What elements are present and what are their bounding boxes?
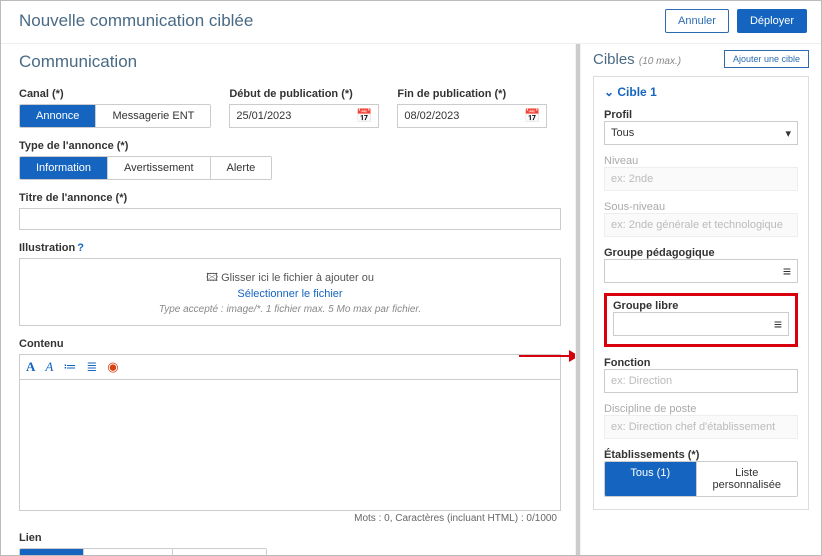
start-date-label: Début de publication (*) bbox=[229, 88, 379, 100]
type-alerte[interactable]: Alerte bbox=[211, 157, 272, 179]
niveau-input[interactable]: ex: 2nde bbox=[604, 167, 798, 191]
profil-select[interactable]: Tous ▾ bbox=[604, 121, 798, 145]
targets-heading: Cibles (10 max.) bbox=[593, 51, 681, 68]
groupe-peda-label: Groupe pédagogique bbox=[604, 247, 798, 259]
groupe-libre-input[interactable]: ≡ bbox=[613, 312, 789, 336]
italic-icon[interactable]: A bbox=[45, 359, 53, 375]
target-1-toggle[interactable]: Cible 1 bbox=[604, 85, 798, 99]
deploy-button[interactable]: Déployer bbox=[737, 9, 807, 33]
upload-icon: 🖾 bbox=[206, 272, 218, 284]
type-information[interactable]: Information bbox=[20, 157, 108, 179]
channel-annonce[interactable]: Annonce bbox=[20, 105, 96, 127]
chevron-down-icon: ▾ bbox=[785, 127, 791, 140]
dropzone-text: Glisser ici le fichier à ajouter ou bbox=[221, 272, 374, 284]
fonction-input[interactable]: ex: Direction bbox=[604, 369, 798, 393]
groupe-peda-input[interactable]: ≡ bbox=[604, 259, 798, 283]
groupe-libre-label: Groupe libre bbox=[613, 300, 789, 312]
color-icon[interactable]: ◉ bbox=[107, 359, 118, 375]
link-url[interactable]: URL externe bbox=[173, 549, 266, 556]
callout-arrow-icon bbox=[519, 346, 575, 366]
menu-icon[interactable]: ≡ bbox=[783, 263, 791, 279]
top-actions: Annuler Déployer bbox=[665, 9, 807, 33]
help-icon[interactable]: ? bbox=[77, 242, 84, 254]
niveau-label: Niveau bbox=[604, 155, 798, 167]
groupe-libre-highlight: Groupe libre ≡ bbox=[604, 293, 798, 347]
etab-liste[interactable]: Liste personnalisée bbox=[697, 462, 798, 496]
calendar-icon[interactable]: 📅 bbox=[524, 108, 540, 124]
link-article[interactable]: Article ENT bbox=[84, 549, 173, 556]
menu-icon[interactable]: ≡ bbox=[774, 316, 782, 332]
target-1: Cible 1 Profil Tous ▾ Niveau ex: 2nde So… bbox=[593, 76, 809, 510]
type-avertissement[interactable]: Avertissement bbox=[108, 157, 211, 179]
add-target-button[interactable]: Ajouter une cible bbox=[724, 50, 809, 68]
start-date-input[interactable]: 25/01/2023 📅 bbox=[229, 104, 379, 128]
channel-segmented: Annonce Messagerie ENT bbox=[19, 104, 211, 128]
etab-tous[interactable]: Tous (1) bbox=[605, 462, 697, 496]
editor-toolbar: A A ≔ ≣ ◉ bbox=[20, 355, 560, 380]
type-label: Type de l'annonce (*) bbox=[19, 140, 561, 152]
end-date-value: 08/02/2023 bbox=[404, 110, 459, 122]
discipline-label: Discipline de poste bbox=[604, 403, 798, 415]
left-panel: Communication Canal (*) Annonce Messager… bbox=[1, 44, 575, 556]
etab-segmented: Tous (1) Liste personnalisée bbox=[604, 461, 798, 497]
end-date-label: Fin de publication (*) bbox=[397, 88, 547, 100]
fonction-label: Fonction bbox=[604, 357, 798, 369]
char-counter: Mots : 0, Caractères (incluant HTML) : 0… bbox=[19, 511, 561, 526]
numbered-list-icon[interactable]: ≣ bbox=[86, 359, 97, 375]
link-segmented: Aucun Article ENT URL externe bbox=[19, 548, 267, 556]
content-label: Contenu bbox=[19, 338, 561, 350]
editor-textarea[interactable] bbox=[20, 380, 560, 510]
illustration-label: Illustration? bbox=[19, 242, 561, 254]
start-date-value: 25/01/2023 bbox=[236, 110, 291, 122]
type-segmented: Information Avertissement Alerte bbox=[19, 156, 272, 180]
end-date-input[interactable]: 08/02/2023 📅 bbox=[397, 104, 547, 128]
sousniveau-input[interactable]: ex: 2nde générale et technologique bbox=[604, 213, 798, 237]
discipline-input[interactable]: ex: Direction chef d'établissement bbox=[604, 415, 798, 439]
link-label: Lien bbox=[19, 532, 561, 544]
title-label: Titre de l'annonce (*) bbox=[19, 192, 561, 204]
bold-icon[interactable]: A bbox=[26, 359, 35, 375]
etab-label: Établissements (*) bbox=[604, 449, 798, 461]
communication-heading: Communication bbox=[19, 52, 561, 72]
title-input[interactable] bbox=[19, 208, 561, 230]
page-title: Nouvelle communication ciblée bbox=[19, 11, 253, 31]
channel-messagerie[interactable]: Messagerie ENT bbox=[96, 105, 210, 127]
targets-max-hint: (10 max.) bbox=[639, 56, 681, 67]
select-file-link[interactable]: Sélectionner le fichier bbox=[24, 288, 556, 300]
panel-divider[interactable] bbox=[575, 44, 581, 556]
sousniveau-label: Sous-niveau bbox=[604, 201, 798, 213]
dropzone-hint: Type accepté : image/*. 1 fichier max. 5… bbox=[24, 304, 556, 315]
right-panel: Cibles (10 max.) Ajouter une cible Cible… bbox=[581, 44, 821, 556]
rich-editor: A A ≔ ≣ ◉ bbox=[19, 354, 561, 511]
bullet-list-icon[interactable]: ≔ bbox=[63, 359, 76, 375]
link-none[interactable]: Aucun bbox=[20, 549, 84, 556]
illustration-dropzone[interactable]: 🖾 Glisser ici le fichier à ajouter ou Sé… bbox=[19, 258, 561, 326]
cancel-button[interactable]: Annuler bbox=[665, 9, 729, 33]
profil-value: Tous bbox=[611, 127, 634, 139]
channel-label: Canal (*) bbox=[19, 88, 211, 100]
profil-label: Profil bbox=[604, 109, 798, 121]
calendar-icon[interactable]: 📅 bbox=[356, 108, 372, 124]
